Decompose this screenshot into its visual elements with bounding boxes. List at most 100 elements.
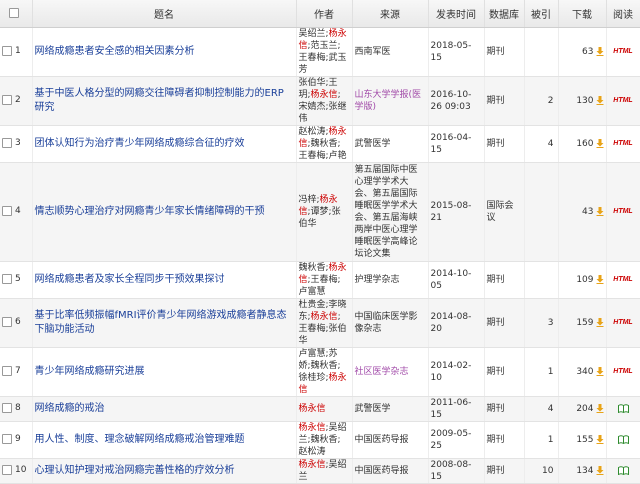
article-title-link[interactable]: 基于中医人格分型的网瘾交往障碍者抑制控制能力的ERP研究: [35, 88, 284, 113]
download-cell[interactable]: 63: [558, 27, 607, 77]
author-text[interactable]: 王春梅: [299, 53, 326, 63]
download-cell[interactable]: 43: [558, 162, 607, 262]
download-icon[interactable]: [596, 138, 604, 148]
article-title-link[interactable]: 情志顺势心理治疗对网瘾青少年家长情绪障碍的干预: [35, 206, 265, 217]
download-icon[interactable]: [596, 434, 604, 444]
source-cell[interactable]: 第五届国际中医心理学学术大会、第五届国际睡眠医学学术大会、第五届海峡两岸中医心理…: [352, 162, 429, 262]
citation-count[interactable]: [524, 162, 559, 262]
download-icon[interactable]: [596, 46, 604, 56]
book-icon[interactable]: [617, 434, 629, 444]
source-cell[interactable]: 武警医学: [352, 125, 429, 163]
download-icon[interactable]: [596, 274, 604, 284]
article-title-link[interactable]: 基于比率低频振幅fMRI评价青少年网络游戏成瘾者静息态下脑功能活动: [35, 310, 287, 335]
download-cell[interactable]: 160: [558, 125, 607, 163]
citation-count[interactable]: [524, 27, 559, 77]
html-read-icon[interactable]: HTML: [613, 208, 632, 215]
article-title-link[interactable]: 心理认知护理对戒治网瘾完善性格的疗效分析: [35, 465, 235, 476]
header-source[interactable]: 来源: [352, 0, 429, 28]
download-count: 159: [576, 317, 594, 328]
header-citations[interactable]: 被引: [524, 0, 559, 28]
table-row: 1 网络成瘾患者安全感的相关因素分析 吴绍兰;杨永信;范玉兰;王春梅;武玉芳 西南军医…: [0, 27, 640, 77]
row-checkbox[interactable]: [2, 465, 12, 476]
download-icon[interactable]: [596, 95, 604, 105]
download-cell[interactable]: 155: [558, 421, 607, 459]
date-cell: 2016-04-15: [428, 125, 485, 163]
source-cell[interactable]: 山东大学学报(医学版): [352, 76, 429, 126]
row-checkbox[interactable]: [2, 434, 12, 445]
html-read-icon[interactable]: HTML: [613, 368, 632, 375]
title-cell: 用人性、制度、理念破解网络成瘾戒治管理难题: [32, 421, 297, 459]
citation-count[interactable]: 4: [524, 396, 559, 422]
download-cell[interactable]: 340: [558, 347, 607, 397]
download-cell[interactable]: 159: [558, 298, 607, 348]
table-row: 8 网络成瘾的戒治 杨永信 武警医学 2011-06-15 期刊 4 204: [0, 396, 640, 422]
row-checkbox[interactable]: [2, 138, 12, 149]
citation-count[interactable]: 1: [524, 421, 559, 459]
highlighted-author[interactable]: 杨永信: [299, 404, 326, 414]
article-title-link[interactable]: 用人性、制度、理念破解网络成瘾戒治管理难题: [35, 434, 245, 445]
article-title-link[interactable]: 网络成瘾患者安全感的相关因素分析: [35, 46, 195, 57]
article-title-link[interactable]: 网络成瘾的戒治: [35, 403, 105, 414]
download-cell[interactable]: 204: [558, 396, 607, 422]
download-icon[interactable]: [596, 366, 604, 376]
citation-count[interactable]: 2: [524, 76, 559, 126]
html-read-icon[interactable]: HTML: [613, 48, 632, 55]
row-checkbox[interactable]: [2, 206, 12, 217]
citation-count[interactable]: 1: [524, 347, 559, 397]
html-read-icon[interactable]: HTML: [613, 97, 632, 104]
author-text[interactable]: 赵松涛;: [299, 127, 329, 137]
download-icon[interactable]: [596, 206, 604, 216]
citation-count[interactable]: 3: [524, 298, 559, 348]
highlighted-author[interactable]: 杨永信: [311, 90, 338, 100]
row-number: 1: [15, 46, 21, 57]
book-icon[interactable]: [617, 403, 629, 413]
select-all-checkbox[interactable]: [9, 7, 20, 18]
author-text[interactable]: 魏秋香;: [299, 263, 329, 273]
row-checkbox[interactable]: [2, 403, 12, 414]
article-title-link[interactable]: 网络成瘾患者及家长全程同步干预效果探讨: [35, 274, 225, 285]
article-title-link[interactable]: 青少年网络成瘾研究进展: [35, 366, 145, 377]
source-cell[interactable]: 西南军医: [352, 27, 429, 77]
title-cell: 青少年网络成瘾研究进展: [32, 347, 297, 397]
header-downloads[interactable]: 下载: [558, 0, 607, 28]
highlighted-author[interactable]: 杨永信: [311, 312, 338, 322]
row-checkbox[interactable]: [2, 95, 12, 106]
author-text[interactable]: 冯梓;: [299, 195, 320, 205]
header-date[interactable]: 发表时间: [428, 0, 485, 28]
download-icon[interactable]: [596, 465, 604, 475]
highlighted-author[interactable]: 杨永信: [299, 423, 326, 433]
download-cell[interactable]: 109: [558, 261, 607, 299]
source-cell[interactable]: 中国临床医学影像杂志: [352, 298, 429, 348]
source-cell[interactable]: 社区医学杂志: [352, 347, 429, 397]
citation-count[interactable]: 4: [524, 125, 559, 163]
row-checkbox[interactable]: [2, 366, 12, 377]
citation-count[interactable]: 10: [524, 458, 559, 484]
author-text[interactable]: 吴绍兰: [299, 29, 326, 39]
download-icon[interactable]: [596, 403, 604, 413]
row-checkbox[interactable]: [2, 274, 12, 285]
author-cell: 杨永信;吴绍兰;魏秋香;赵松涛: [296, 421, 353, 459]
citation-count[interactable]: [524, 261, 559, 299]
html-read-icon[interactable]: HTML: [613, 276, 632, 283]
source-cell[interactable]: 中国医药导报: [352, 421, 429, 459]
html-read-icon[interactable]: HTML: [613, 140, 632, 147]
source-cell[interactable]: 护理学杂志: [352, 261, 429, 299]
header-author[interactable]: 作者: [296, 0, 353, 28]
header-read[interactable]: 阅读: [606, 0, 640, 28]
download-icon[interactable]: [596, 317, 604, 327]
header-database[interactable]: 数据库: [484, 0, 525, 28]
header-title[interactable]: 题名: [32, 0, 297, 28]
row-checkbox[interactable]: [2, 46, 12, 57]
download-cell[interactable]: 134: [558, 458, 607, 484]
source-cell[interactable]: 中国医药导报: [352, 458, 429, 484]
row-number: 6: [15, 317, 21, 328]
html-read-icon[interactable]: HTML: [613, 319, 632, 326]
book-icon[interactable]: [617, 465, 629, 475]
source-cell[interactable]: 武警医学: [352, 396, 429, 422]
author-text[interactable]: ;范玉兰;: [308, 41, 341, 51]
highlighted-author[interactable]: 杨永信: [299, 460, 326, 470]
row-select-cell: 10: [0, 458, 33, 484]
download-cell[interactable]: 130: [558, 76, 607, 126]
article-title-link[interactable]: 团体认知行为治疗青少年网络成瘾综合征的疗效: [35, 138, 245, 149]
row-checkbox[interactable]: [2, 317, 12, 328]
